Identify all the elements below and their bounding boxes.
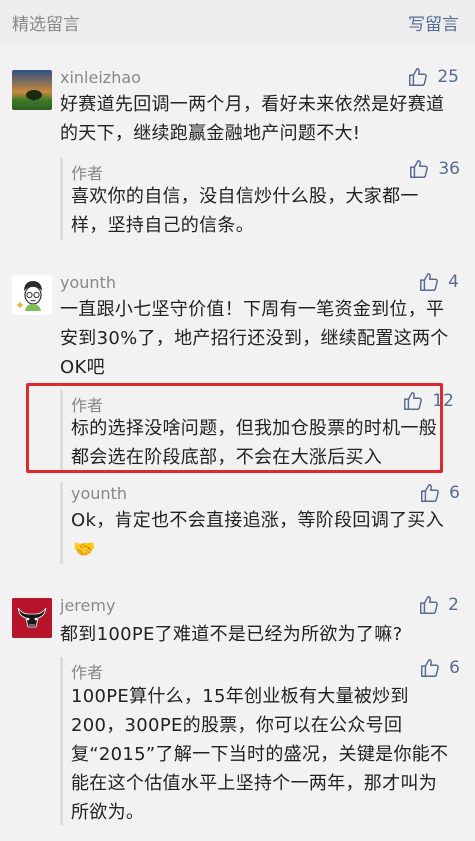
user-reply: younth 6 Ok，肯定也不会直接追涨，等阶段回调了买入 🤝 [60,482,460,564]
like-count: 2 [448,595,459,615]
reply-text: 喜欢你的自信，没自信炒什么股，大家都一样，坚持自己的信条。 [71,186,419,236]
author-reply: 作者 36 喜欢你的自信，没自信炒什么股，大家都一样，坚持自己的信条。 [60,158,460,240]
comments-header: 精选留言 写留言 [0,0,475,44]
like-count: 6 [449,483,460,503]
reply-author-name: 作者 [71,164,104,183]
like-button[interactable]: 4 [418,271,459,293]
author-reply: 作者 6 100PE算什么，15年创业板有大量被炒到200，300PE的股票，你… [60,657,460,825]
like-count: 6 [449,658,460,678]
avatar[interactable] [12,275,52,315]
write-comment-button[interactable]: 写留言 [408,10,459,35]
reply-text-body: Ok，肯定也不会直接追涨，等阶段回调了买入 [71,510,444,531]
commenter-name[interactable]: younth [60,273,116,292]
commenter-name[interactable]: jeremy [60,596,115,615]
reply-author-name: younth [71,484,127,503]
reply-text: 100PE算什么，15年创业板有大量被炒到200，300PE的股票，你可以在公众… [71,686,449,823]
like-button[interactable]: 2 [418,594,459,616]
comment-text: 好赛道先回调一两个月，看好未来依然是好赛道的天下，继续跑赢金融地产问题不大! [60,94,445,144]
reply-text: Ok，肯定也不会直接追涨，等阶段回调了买入 🤝 [71,506,449,564]
like-button[interactable]: 6 [419,657,460,679]
like-button[interactable]: 25 [407,66,459,88]
thumbs-up-icon [421,484,440,502]
thumbs-up-icon [420,596,439,614]
avatar[interactable] [12,598,52,638]
highlight-box [26,383,443,473]
reply-author-name: 作者 [71,663,104,682]
like-button[interactable]: 6 [419,482,460,504]
comment-text: 一直跟小七坚守价值！下周有一笔资金到位，平安到30%了，地产招行还没到，继续配置… [60,299,449,378]
thumbs-up-icon [421,659,440,677]
thumbs-up-icon [420,273,439,291]
like-count: 4 [448,272,459,292]
thumbs-up-icon [409,68,428,86]
handshake-emoji: 🤝 [73,539,96,560]
like-count: 36 [438,159,460,179]
like-button[interactable]: 36 [408,158,460,180]
comment-text: 都到100PE了难道不是已经为所欲为了嘛? [60,624,403,645]
like-count: 25 [437,67,459,87]
section-title: 精选留言 [12,15,80,35]
commenter-name[interactable]: xinleizhao [60,68,141,87]
avatar[interactable] [12,70,52,110]
thumbs-up-icon [410,160,429,178]
